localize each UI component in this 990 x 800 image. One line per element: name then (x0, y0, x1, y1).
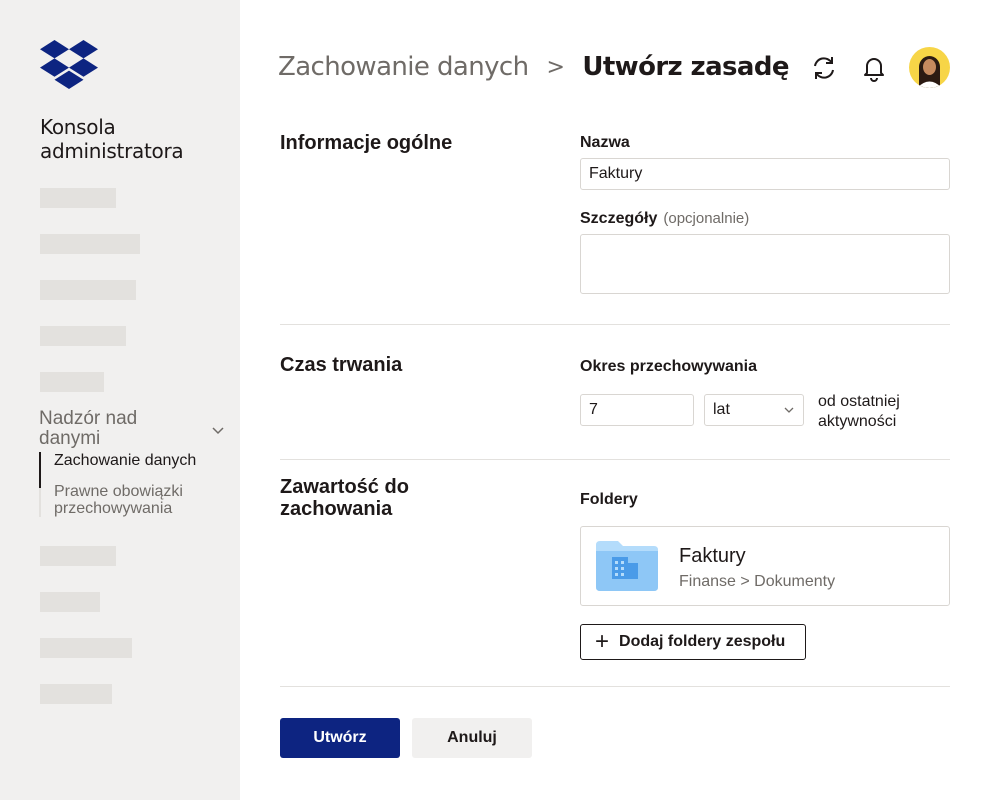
console-title: Konsola administratora (40, 115, 184, 163)
folder-path: Finanse > Dokumenty (679, 573, 836, 590)
retention-suffix: od ostatniej aktywności (818, 393, 900, 430)
divider (280, 324, 950, 325)
nav-placeholder (40, 592, 100, 612)
add-team-folders-label: Dodaj foldery zespołu (619, 633, 786, 650)
cancel-button[interactable]: Anuluj (412, 718, 532, 758)
subnav: Zachowanie danych Prawne obowiązki przec… (39, 452, 234, 517)
nav-placeholder (40, 546, 116, 566)
chevron-down-icon (212, 427, 224, 435)
breadcrumb-separator: > (546, 54, 565, 80)
subnav-item-data-retention[interactable]: Zachowanie danych (39, 452, 234, 488)
sidebar: Konsola administratora Nadzór nad danymi… (0, 0, 240, 800)
folder-name: Faktury (679, 545, 746, 567)
bell-icon[interactable] (860, 54, 888, 82)
name-field[interactable]: Faktury (580, 158, 950, 190)
details-label-text: Szczegóły (580, 210, 658, 227)
folder-icon (596, 541, 658, 591)
avatar[interactable] (909, 47, 950, 88)
create-button[interactable]: Utwórz (280, 718, 400, 758)
section-title-general: Informacje ogólne (280, 132, 453, 154)
nav-placeholder (40, 326, 126, 346)
dropbox-logo[interactable] (40, 40, 98, 89)
chevron-down-icon (784, 407, 794, 413)
section-title-content: Zawartość do zachowania (280, 476, 409, 520)
details-optional-text: (opcjonalnie) (663, 210, 750, 227)
nav-group-label: Nadzór nad danymi (39, 408, 138, 449)
nav-group-data-governance[interactable]: Nadzór nad danymi (39, 409, 229, 449)
plus-icon: + (595, 628, 610, 655)
retention-period-input[interactable]: 7 (580, 394, 694, 426)
subnav-item-legal-holds[interactable]: Prawne obowiązki przechowywania (54, 483, 234, 517)
period-unit-select[interactable]: lat (704, 394, 804, 426)
nav-placeholder (40, 638, 132, 658)
divider (280, 459, 950, 460)
breadcrumb-parent[interactable]: Zachowanie danych (278, 52, 529, 82)
section-title-duration: Czas trwania (280, 354, 403, 376)
nav-placeholder (40, 234, 140, 254)
divider (280, 686, 950, 687)
nav-placeholder (40, 372, 104, 392)
add-team-folders-button[interactable]: + Dodaj foldery zespołu (580, 624, 806, 660)
retention-period-label: Okres przechowywania (580, 358, 757, 375)
name-label: Nazwa (580, 134, 630, 151)
details-label: Szczegóły (opcjonalnie) (580, 210, 749, 228)
period-unit-value: lat (713, 401, 730, 418)
breadcrumb: Zachowanie danych > Utwórz zasadę (278, 52, 789, 82)
sync-icon[interactable] (810, 54, 838, 82)
details-field[interactable] (580, 234, 950, 294)
folder-card[interactable]: Faktury Finanse > Dokumenty (580, 526, 950, 606)
nav-placeholder (40, 684, 112, 704)
page-title: Utwórz zasadę (582, 52, 789, 82)
nav-placeholder (40, 280, 136, 300)
folders-label: Foldery (580, 491, 638, 508)
nav-placeholder (40, 188, 116, 208)
